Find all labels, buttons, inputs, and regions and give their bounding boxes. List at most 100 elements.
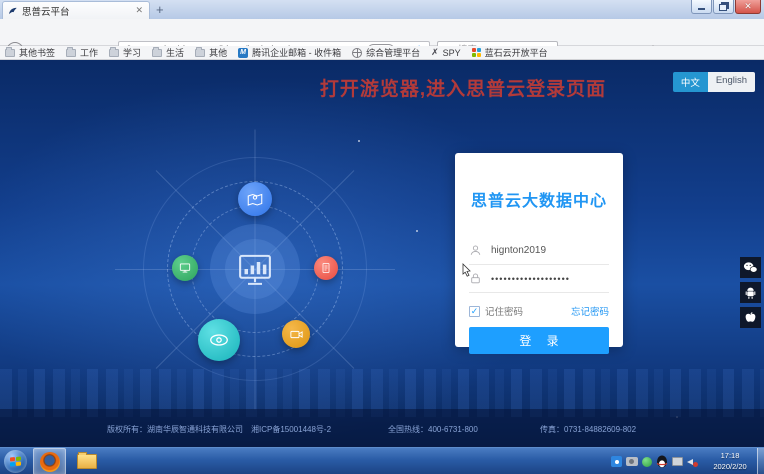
apple-button[interactable] (740, 307, 761, 328)
tray-network-icon[interactable] (672, 457, 683, 466)
video-camera-icon (289, 327, 304, 342)
monitor-satellite (172, 255, 198, 281)
folder-icon (66, 49, 76, 57)
system-tray (611, 448, 698, 474)
language-en-button[interactable]: English (708, 72, 755, 92)
annotation-text: 打开游览器,进入思普云登录页面 (288, 74, 638, 101)
forgot-password-link[interactable]: 忘记密码 (571, 304, 609, 318)
bookmark-label: 综合管理平台 (366, 46, 420, 59)
login-page: 打开游览器,进入思普云登录页面 中文 English (0, 60, 764, 447)
user-icon (469, 244, 482, 257)
firefox-icon (40, 452, 60, 472)
login-options-row: ✓ 记住密码 忘记密码 (469, 304, 609, 318)
tab-close-icon[interactable]: ✕ (134, 5, 144, 16)
map-satellite (238, 182, 272, 216)
monitor-icon (178, 261, 192, 275)
checkbox-checked-icon[interactable]: ✓ (469, 306, 480, 317)
remember-password[interactable]: ✓ 记住密码 (469, 304, 523, 318)
tray-green-status-icon[interactable] (642, 457, 652, 467)
desktop-screen: 思普云平台 ✕ + ✕ ← → ⟳ ⌂ iot.idosp.net/idosp/… (0, 0, 764, 474)
bookmark-tencent-mail[interactable]: M 腾讯企业邮箱 - 收件箱 (238, 46, 341, 59)
clock-date: 2020/2/20 (705, 461, 755, 472)
folder-icon (5, 49, 15, 57)
taskbar-clock[interactable]: 17:18 2020/2/20 (705, 450, 755, 472)
bookmark-work-folder[interactable]: 工作 (66, 46, 98, 59)
login-button[interactable]: 登 录 (469, 327, 609, 354)
taskbar-explorer-button[interactable] (70, 448, 103, 474)
close-button[interactable]: ✕ (735, 0, 761, 14)
tray-qq-icon[interactable] (656, 455, 668, 468)
bookmark-misc-folder[interactable]: 其他 (195, 46, 227, 59)
globe-icon (352, 48, 362, 58)
bookmark-label: SPY (443, 48, 461, 58)
browser-toolbar: ← → ⟳ ⌂ iot.idosp.net/idosp/login.html 8… (0, 19, 764, 46)
bookmark-label: 其他书签 (19, 46, 55, 59)
password-field-row (469, 265, 609, 293)
language-zh-button[interactable]: 中文 (673, 72, 708, 92)
close-icon: ✕ (744, 2, 752, 11)
bookmarks-bar: 其他书签 工作 学习 生活 其他 M 腾讯企业邮箱 - 收件箱 综合管理平台 ✗ S… (0, 46, 764, 60)
minimize-button[interactable] (691, 0, 712, 14)
bookmark-spy[interactable]: ✗ SPY (431, 48, 461, 58)
document-icon (320, 262, 332, 274)
bookmark-lanshi-cloud[interactable]: 蓝石云开放平台 (472, 46, 548, 59)
bookmark-label: 工作 (80, 46, 98, 59)
android-icon (744, 286, 757, 300)
browser-tab[interactable]: 思普云平台 ✕ (2, 1, 150, 19)
tray-volume-muted-icon[interactable] (687, 456, 698, 467)
bookmark-label: 学习 (123, 46, 141, 59)
username-field-row (469, 237, 609, 265)
show-desktop-button[interactable] (757, 448, 764, 474)
eye-icon (208, 329, 230, 351)
bookmark-label: 其他 (209, 46, 227, 59)
folder-icon (195, 49, 205, 57)
restore-icon (719, 4, 727, 11)
document-satellite (314, 256, 338, 280)
map-pin-icon (246, 190, 264, 208)
browser-titlebar: 思普云平台 ✕ + ✕ (0, 0, 764, 20)
minimize-icon (698, 8, 705, 10)
windows-logo-icon (10, 457, 21, 467)
spy-icon: ✗ (431, 48, 439, 57)
taskbar: 17:18 2020/2/20 (0, 447, 764, 474)
app-download-buttons (740, 257, 761, 328)
bookmark-label: 腾讯企业邮箱 - 收件箱 (252, 46, 341, 59)
language-toggle: 中文 English (673, 72, 755, 92)
android-button[interactable] (740, 282, 761, 303)
taskbar-firefox-button[interactable] (33, 448, 66, 474)
page-footer: 版权所有：湖南华辰智通科技有限公司 湘ICP备15001448号-2 全国热线：… (0, 409, 764, 447)
username-input[interactable] (489, 244, 605, 257)
mouse-cursor (462, 263, 472, 277)
window-controls: ✕ (691, 0, 761, 14)
tencent-mail-icon: M (238, 48, 248, 58)
lanshi-cloud-icon (472, 48, 481, 57)
wechat-icon (743, 261, 758, 274)
dashboard-monitor-icon (234, 248, 276, 290)
remember-label: 记住密码 (485, 304, 523, 318)
restore-button[interactable] (713, 0, 734, 14)
star-dot (416, 230, 418, 232)
bookmark-life-folder[interactable]: 生活 (152, 46, 184, 59)
bookmark-study-folder[interactable]: 学习 (109, 46, 141, 59)
apple-icon (744, 311, 757, 325)
footer-fax: 传真：0731-84882609-802 (540, 424, 636, 435)
footer-copyright: 版权所有：湖南华辰智通科技有限公司 湘ICP备15001448号-2 (107, 424, 331, 435)
login-card: 思普云大数据中心 ✓ 记住密码 忘记密码 登 录 (455, 153, 623, 347)
bookmark-other-folder[interactable]: 其他书签 (5, 46, 55, 59)
explorer-folder-icon (77, 454, 97, 469)
wechat-button[interactable] (740, 257, 761, 278)
hub-graphic (115, 129, 395, 409)
bookmark-admin-platform[interactable]: 综合管理平台 (352, 46, 420, 59)
folder-icon (109, 49, 119, 57)
password-input[interactable] (489, 273, 605, 285)
camera-satellite (282, 320, 310, 348)
new-tab-button[interactable]: + (156, 2, 164, 17)
bookmark-label: 生活 (166, 46, 184, 59)
folder-icon (152, 49, 162, 57)
tray-camera-icon[interactable] (626, 457, 638, 466)
clock-time: 17:18 (705, 450, 755, 461)
start-button[interactable] (4, 450, 27, 473)
bookmark-label: 蓝石云开放平台 (485, 46, 548, 59)
tab-title: 思普云平台 (22, 4, 134, 18)
tray-notification-icon[interactable] (611, 456, 622, 467)
